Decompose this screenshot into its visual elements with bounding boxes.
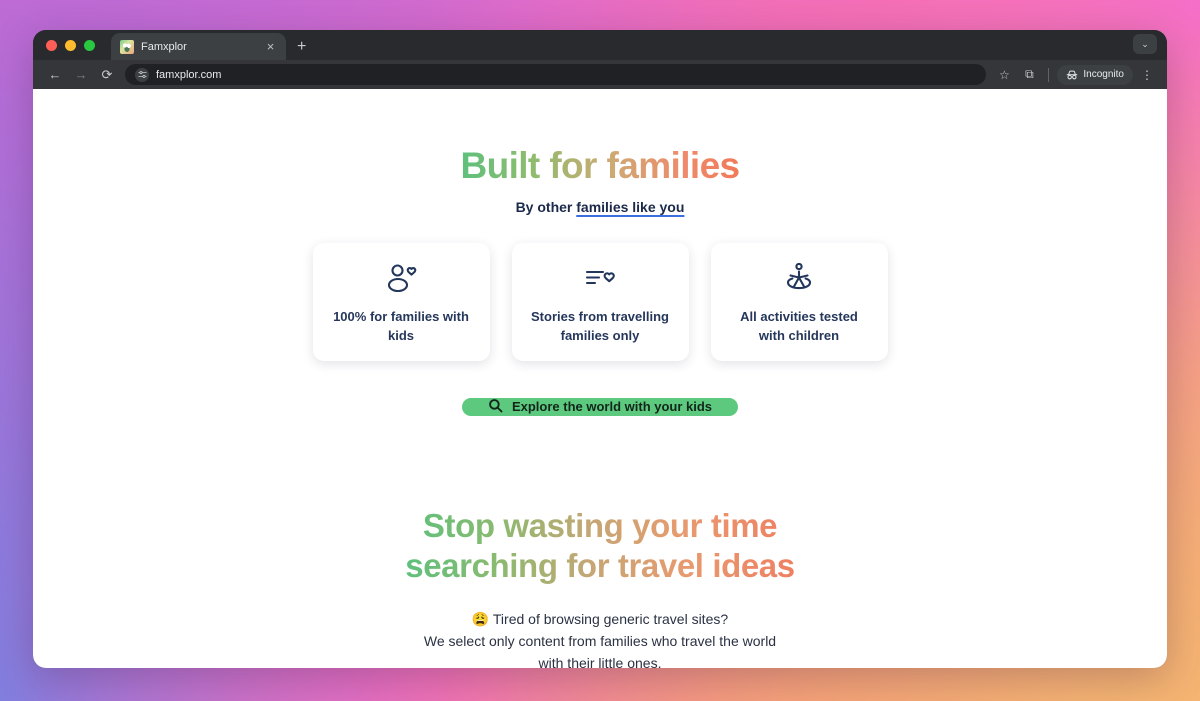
address-bar[interactable]: famxplor.com xyxy=(125,64,987,85)
list-heart-icon xyxy=(582,260,618,296)
section-title-line1: Stop wasting your time xyxy=(422,506,778,544)
explore-button-label: Explore the world with your kids xyxy=(511,399,713,415)
subtitle-link[interactable]: families like you xyxy=(576,199,684,215)
browser-window: Famxplor × + ⌄ ← → ⟳ famxplor.com ☆ ⧉ In… xyxy=(33,30,1167,668)
section-lede-line1: 😩 Tired of browsing generic travel sites… xyxy=(471,611,729,628)
page-title: Built for families xyxy=(460,145,740,186)
person-heart-icon xyxy=(383,260,419,296)
feature-cards: 100% for families with kids Stories from… xyxy=(312,242,888,361)
back-icon[interactable]: ← xyxy=(42,64,68,86)
feature-card-label: Stories from travelling families only xyxy=(531,308,669,343)
toolbar-actions: ☆ ⧉ Incognito ⋮ xyxy=(993,64,1158,86)
browser-tab[interactable]: Famxplor × xyxy=(111,33,286,60)
window-traffic-lights xyxy=(46,30,111,60)
tab-title: Famxplor xyxy=(141,40,187,53)
feature-card: All activities tested with children xyxy=(710,242,888,361)
browser-menu-icon[interactable]: ⋮ xyxy=(1136,64,1158,86)
bookmark-star-icon[interactable]: ☆ xyxy=(993,64,1015,86)
maximize-window-button[interactable] xyxy=(84,39,95,51)
feature-card-label: 100% for families with kids xyxy=(333,308,469,343)
feature-card: Stories from travelling families only xyxy=(511,242,689,361)
feature-card: 100% for families with kids xyxy=(312,242,490,361)
minimize-window-button[interactable] xyxy=(65,39,76,51)
url-text: famxplor.com xyxy=(156,68,222,81)
section-title: Stop wasting your time searching for tra… xyxy=(405,506,794,587)
reload-icon[interactable]: ⟳ xyxy=(94,64,120,86)
site-settings-icon[interactable] xyxy=(135,67,149,82)
section-lede: 😩 Tired of browsing generic travel sites… xyxy=(410,608,790,668)
explore-button[interactable]: Explore the world with your kids xyxy=(461,397,739,416)
close-icon[interactable]: × xyxy=(263,40,278,53)
split-view-icon[interactable]: ⧉ xyxy=(1018,64,1040,86)
chevron-down-icon[interactable]: ⌄ xyxy=(1133,34,1157,54)
new-tab-button[interactable]: + xyxy=(297,39,306,55)
tab-strip: Famxplor × + ⌄ xyxy=(33,30,1167,60)
subtitle-prefix: By other xyxy=(515,198,577,215)
browser-toolbar: ← → ⟳ famxplor.com ☆ ⧉ Incognito ⋮ xyxy=(33,60,1167,89)
close-window-button[interactable] xyxy=(46,39,57,51)
search-icon xyxy=(488,398,503,416)
feature-card-label: All activities tested with children xyxy=(740,308,858,343)
page-subtitle: By other families like you xyxy=(516,199,685,215)
incognito-badge[interactable]: Incognito xyxy=(1057,64,1133,85)
section-lede-line2: We select only content from families who… xyxy=(423,633,777,668)
forward-icon: → xyxy=(74,67,88,82)
famxplor-favicon xyxy=(120,39,134,54)
child-play-icon xyxy=(781,260,817,296)
section-title-line2: searching for travel ideas xyxy=(405,546,795,584)
incognito-label: Incognito xyxy=(1083,69,1124,80)
incognito-hat-icon xyxy=(1067,70,1078,79)
toolbar-divider xyxy=(1048,67,1050,82)
page-content: Built for families By other families lik… xyxy=(33,89,1167,668)
